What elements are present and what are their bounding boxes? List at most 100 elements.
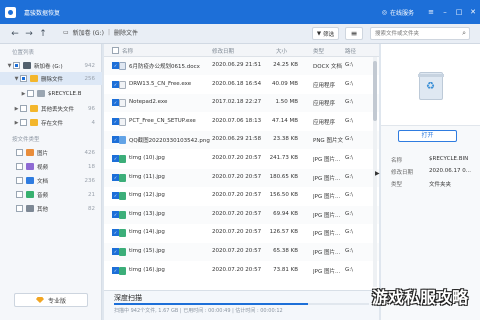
chevron-right-icon[interactable]: ▶ xyxy=(13,120,20,126)
file-size: 69.94 KB xyxy=(273,210,298,217)
tree-item-count: 4 xyxy=(91,119,96,126)
table-row[interactable]: ✓ timg (11).jpg 2020.07.20 20:57 180.65 KB J… xyxy=(104,168,379,187)
breadcrumb-drive[interactable]: 新加卷 (G:) xyxy=(73,28,104,37)
file-size: 180.65 KB xyxy=(269,173,298,180)
search-input[interactable] xyxy=(375,28,461,39)
row-checkbox[interactable]: ✓ xyxy=(112,136,119,144)
table-row[interactable]: ✓ Notepad2.exe 2017.02.18 22:27 1.50 MB 应用程序… xyxy=(104,94,379,113)
row-checkbox[interactable]: ✓ xyxy=(112,210,119,218)
tree-checkbox[interactable] xyxy=(20,105,27,112)
breadcrumb-folder[interactable]: 删除文件 xyxy=(114,28,138,37)
online-service-button[interactable]: ◎ 在线服务 xyxy=(382,8,414,17)
tree-item-deleted-files[interactable]: ▼ 删除文件 256 xyxy=(0,72,102,85)
chevron-down-icon[interactable]: ▼ xyxy=(13,76,20,82)
type-item-images[interactable]: 图片 426 xyxy=(0,146,102,159)
table-row[interactable]: ✓ DRW13.5_CN_Free.exe 2020.06.18 16:54 40.0… xyxy=(104,76,379,94)
type-item-audio[interactable]: 音频 21 xyxy=(0,188,102,201)
collapse-preview-icon[interactable]: ▶ xyxy=(375,170,380,177)
row-checkbox[interactable]: ✓ xyxy=(112,229,119,237)
type-item-count: 82 xyxy=(88,205,95,212)
filter-button[interactable]: ▼ 筛选 xyxy=(312,27,339,40)
table-row[interactable]: ✓ QQ截图20220330103542.png 2020.06.29 21:58 2… xyxy=(104,131,379,150)
table-row[interactable]: ✓ timg (12).jpg 2020.07.20 20:57 156.50 KB J… xyxy=(104,187,379,205)
drive-icon xyxy=(23,62,31,69)
tree-item-drive[interactable]: ▼ 新加卷 (G:) 942 xyxy=(0,59,102,72)
file-path: G:\ xyxy=(345,229,353,236)
chevron-right-icon[interactable]: ▶ xyxy=(20,91,27,97)
document-icon xyxy=(26,177,34,184)
table-row[interactable]: ✓ timg (15).jpg 2020.07.20 20:57 65.38 KB JP… xyxy=(104,243,379,261)
up-arrow-icon[interactable]: ↑ xyxy=(36,29,50,39)
row-checkbox[interactable]: ✓ xyxy=(112,192,119,200)
row-checkbox[interactable]: ✓ xyxy=(112,80,119,88)
jpg-file-icon xyxy=(119,155,126,163)
tree-checkbox[interactable] xyxy=(20,119,27,126)
header-type[interactable]: 类型 xyxy=(313,47,324,55)
row-checkbox[interactable]: ✓ xyxy=(112,62,119,69)
header-size[interactable]: 大小 xyxy=(276,47,287,55)
header-date[interactable]: 修改日期 xyxy=(212,47,234,55)
file-path: G:\ xyxy=(345,80,353,87)
scan-stats: 扫描中 942个文件, 1.67 GB | 已用时间 : 00:00:49 | … xyxy=(114,308,283,314)
type-item-videos[interactable]: 视频 18 xyxy=(0,160,102,173)
app-title: 嘉骏数据恢复 xyxy=(24,9,61,17)
tree-checkbox[interactable] xyxy=(13,62,20,69)
close-button[interactable]: ✕ xyxy=(466,8,480,16)
row-checkbox[interactable]: ✓ xyxy=(112,99,119,107)
type-checkbox[interactable] xyxy=(16,205,23,212)
type-checkbox[interactable] xyxy=(16,149,23,156)
file-name: timg (13).jpg xyxy=(129,210,165,217)
header-name[interactable]: 名称 xyxy=(122,47,133,55)
chevron-right-icon[interactable]: ▶ xyxy=(13,106,20,112)
header-path[interactable]: 路径 xyxy=(345,47,356,55)
row-checkbox[interactable]: ✓ xyxy=(112,248,119,255)
type-item-documents[interactable]: 文档 236 xyxy=(0,174,102,187)
file-type: 应用程序 xyxy=(313,101,336,108)
file-name: timg (15).jpg xyxy=(129,248,165,254)
type-checkbox[interactable] xyxy=(16,163,23,170)
type-item-other[interactable]: 其他 82 xyxy=(0,202,102,215)
file-name: timg (12).jpg xyxy=(129,192,165,199)
table-row[interactable]: ✓ timg (14).jpg 2020.07.20 20:57 126.57 KB J… xyxy=(104,224,379,242)
preview-value-name: $RECYCLE.BIN xyxy=(429,156,469,162)
preview-key-name: 名称 xyxy=(391,158,403,164)
file-type: JPG 图片... xyxy=(313,250,341,256)
table-row[interactable]: ✓ PCT_Free_CN_SETUP.exe 2020.07.06 18:13 47… xyxy=(104,113,379,131)
back-arrow-icon[interactable]: ← xyxy=(8,29,22,39)
open-button[interactable]: 打开 xyxy=(398,130,457,142)
maximize-button[interactable]: □ xyxy=(452,8,466,16)
type-checkbox[interactable] xyxy=(16,177,23,184)
minimize-button[interactable]: – xyxy=(438,8,452,16)
select-all-checkbox[interactable] xyxy=(112,47,119,54)
type-item-label: 音频 xyxy=(37,192,49,199)
menu-icon[interactable]: ≡ xyxy=(424,8,438,16)
funnel-icon: ▼ xyxy=(316,30,322,37)
tree-checkbox[interactable] xyxy=(20,75,27,82)
tree-checkbox[interactable] xyxy=(27,90,34,97)
preview-key-date: 修改日期 xyxy=(391,170,414,176)
pro-version-label: 专业版 xyxy=(47,297,66,305)
view-menu-button[interactable]: ≡ xyxy=(345,27,363,40)
tree-item-other-lost[interactable]: ▶ 其他丢失文件 96 xyxy=(0,102,102,115)
forward-arrow-icon[interactable]: → xyxy=(22,29,36,39)
scrollbar-thumb[interactable] xyxy=(373,61,377,121)
row-checkbox[interactable]: ✓ xyxy=(112,173,119,181)
chevron-down-icon[interactable]: ▼ xyxy=(6,63,13,69)
preview-thumbnail xyxy=(381,44,480,126)
table-row[interactable]: ✓ 6月防疫办公规划0615.docx 2020.06.29 21:51 24.25 … xyxy=(104,57,379,75)
table-row[interactable]: ✓ timg (13).jpg 2020.07.20 20:57 69.94 KB JP… xyxy=(104,205,379,224)
row-checkbox[interactable]: ✓ xyxy=(112,155,119,162)
tree-item-existing-files[interactable]: ▶ 存在文件 4 xyxy=(0,116,102,129)
search-icon[interactable]: ⌕ xyxy=(462,29,466,38)
tree-item-recycle-bin[interactable]: ▶ $RECYCLE.BIN xyxy=(0,87,102,100)
file-type-label: 按文件类型 xyxy=(12,137,40,143)
table-row[interactable]: ✓ timg (16).jpg 2020.07.20 20:57 73.81 KB JP… xyxy=(104,262,379,280)
type-checkbox[interactable] xyxy=(16,191,23,198)
type-item-label: 其他 xyxy=(37,206,49,213)
table-row[interactable]: ✓ timg (10).jpg 2020.07.20 20:57 241.73 KB J… xyxy=(104,150,379,168)
type-item-label: 图片 xyxy=(37,150,49,157)
row-checkbox[interactable]: ✓ xyxy=(112,117,119,125)
tree-item-count: 96 xyxy=(88,105,95,112)
pro-version-button[interactable]: 专业版 xyxy=(14,293,88,307)
row-checkbox[interactable]: ✓ xyxy=(112,266,119,274)
